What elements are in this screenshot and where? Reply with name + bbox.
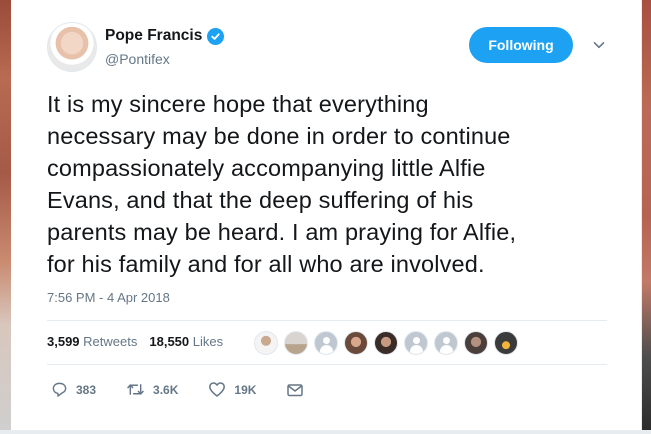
reply-action[interactable]: 383 [51, 381, 96, 398]
like-action[interactable]: 19K [208, 381, 256, 398]
liker-avatar[interactable] [284, 331, 308, 355]
tweet-header: Pope Francis @Pontifex Following [47, 22, 607, 72]
bottom-divider [0, 430, 651, 434]
retweets-label: Retweets [83, 334, 138, 349]
liker-avatar[interactable] [434, 331, 458, 355]
likes-stat[interactable]: 18,550 Likes [149, 334, 223, 349]
tweet-timestamp[interactable]: 7:56 PM - 4 Apr 2018 [47, 290, 170, 305]
likes-label: Likes [192, 334, 224, 349]
chevron-down-icon[interactable] [591, 37, 607, 53]
background-right [641, 0, 651, 434]
reply-icon [52, 382, 67, 397]
liker-avatar[interactable] [374, 331, 398, 355]
author-avatar[interactable] [47, 22, 97, 72]
likes-count: 18,550 [149, 334, 190, 349]
like-count: 19K [234, 382, 257, 397]
background-left [0, 0, 11, 434]
liker-avatar[interactable] [404, 331, 428, 355]
retweet-action[interactable]: 3.6K [126, 381, 178, 398]
retweets-stat[interactable]: 3,599 Retweets [47, 334, 137, 349]
retweet-count: 3.6K [153, 382, 179, 397]
direct-message-icon [287, 383, 304, 396]
liker-avatar[interactable] [314, 331, 338, 355]
like-icon [209, 382, 226, 397]
following-button[interactable]: Following [469, 27, 573, 63]
tweet-stats: 3,599 Retweets 18,550 Likes [47, 334, 223, 349]
liker-avatar[interactable] [344, 331, 368, 355]
liker-avatar[interactable] [254, 331, 278, 355]
reply-count: 383 [76, 382, 97, 397]
retweet-icon [127, 384, 144, 395]
retweets-count: 3,599 [47, 334, 80, 349]
author-name-row[interactable]: Pope Francis [105, 27, 225, 45]
liker-avatar[interactable] [464, 331, 488, 355]
tweet-text: It is my sincere hope that everything ne… [47, 91, 517, 277]
liker-avatar[interactable] [494, 331, 518, 355]
likers-avatar-list [254, 331, 524, 355]
verified-badge-icon [207, 27, 225, 45]
tweet-actions: 383 3.6K 19K [51, 381, 342, 398]
direct-message-action[interactable] [286, 382, 312, 398]
tweet-card: Pope Francis @Pontifex Following It is m… [11, 0, 642, 434]
author-handle[interactable]: @Pontifex [105, 51, 170, 67]
divider-bottom [47, 364, 607, 365]
divider-top [47, 320, 607, 321]
author-name[interactable]: Pope Francis [105, 27, 202, 45]
